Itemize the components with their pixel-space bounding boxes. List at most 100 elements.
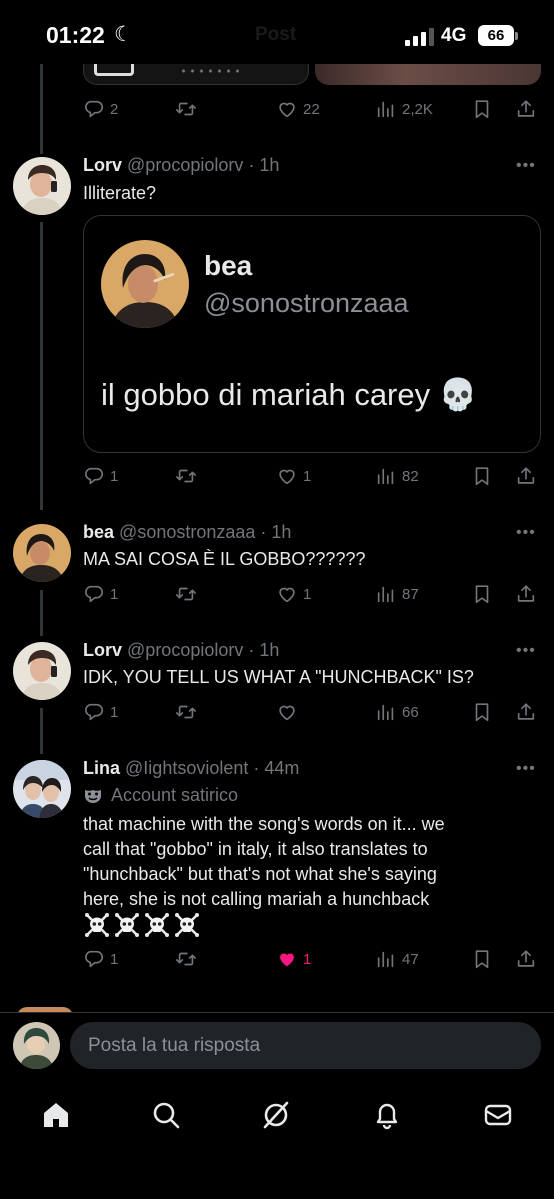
tweet-text: IDK, YOU TELL US WHAT A "HUNCHBACK" IS? — [83, 667, 474, 687]
signal-icon — [405, 28, 434, 46]
notifications-icon — [376, 1103, 398, 1130]
quoted-tweet[interactable]: bea @sonostronzaaa il gobbo di mariah ca… — [83, 215, 541, 453]
share-button[interactable] — [515, 582, 537, 606]
tweet-actions: 2 22 2,2K — [83, 97, 543, 121]
share-icon — [515, 948, 537, 970]
like-button[interactable]: 1 — [276, 947, 311, 971]
bookmark-button[interactable] — [471, 582, 493, 606]
user-avatar[interactable] — [13, 1022, 60, 1069]
like-count: 1 — [303, 585, 312, 603]
network-type: 4G — [441, 25, 467, 46]
reply-button[interactable]: 1 — [83, 464, 118, 488]
view-count: 87 — [402, 585, 419, 603]
avatar[interactable] — [13, 642, 71, 700]
like-button[interactable]: 1 — [276, 582, 311, 606]
avatar-image — [13, 760, 71, 818]
like-count: 1 — [303, 950, 312, 968]
repost-icon — [175, 948, 197, 970]
reply-input[interactable]: Posta la tua risposta — [70, 1022, 541, 1069]
battery-tip — [515, 32, 518, 40]
author-handle[interactable]: @Iightsoviolent — [125, 758, 248, 778]
skull-crossbones-icon — [144, 912, 170, 938]
repost-button[interactable] — [175, 97, 197, 121]
views-button[interactable]: 47 — [375, 947, 419, 971]
separator: · — [255, 522, 272, 542]
account-label: Account satirico — [111, 785, 239, 805]
repost-button[interactable] — [175, 700, 197, 724]
heart-icon — [276, 701, 298, 723]
share-button[interactable] — [515, 700, 537, 724]
reply-count: 1 — [110, 703, 119, 721]
reply-button[interactable]: 1 — [83, 700, 118, 724]
avatar[interactable] — [13, 524, 71, 582]
more-options-icon[interactable]: ••• — [516, 760, 536, 778]
nav-messages[interactable] — [481, 1098, 515, 1132]
bookmark-button[interactable] — [471, 947, 493, 971]
avatar[interactable] — [13, 157, 71, 215]
views-icon — [375, 98, 397, 120]
quoted-avatar — [101, 240, 189, 328]
nav-notifications[interactable] — [370, 1098, 404, 1132]
author-handle[interactable]: @procopiolorv — [127, 640, 243, 660]
media-detail — [94, 64, 134, 76]
avatar[interactable] — [13, 760, 71, 818]
nav-grok[interactable] — [259, 1098, 293, 1132]
nav-home[interactable] — [39, 1098, 73, 1132]
views-button[interactable]: 2,2K — [375, 97, 433, 121]
views-button[interactable]: 87 — [375, 582, 419, 606]
share-icon — [515, 701, 537, 723]
view-count: 47 — [402, 950, 419, 968]
share-button[interactable] — [515, 97, 537, 121]
views-button[interactable]: 82 — [375, 464, 419, 488]
author-name[interactable]: Lorv — [83, 155, 122, 175]
repost-button[interactable] — [175, 464, 197, 488]
automated-label: Account satirico — [83, 785, 238, 806]
views-icon — [375, 583, 397, 605]
timestamp: 44m — [264, 758, 300, 778]
reply-icon — [83, 98, 105, 120]
heart-icon — [276, 465, 298, 487]
tweet-header: Lorv @procopiolorv · 1h — [83, 155, 279, 176]
repost-button[interactable] — [175, 947, 197, 971]
views-icon — [375, 465, 397, 487]
media-image[interactable] — [315, 64, 541, 85]
faded-page-title: Post — [255, 24, 297, 45]
nav-search[interactable] — [149, 1098, 183, 1132]
reply-button[interactable]: 2 — [83, 97, 118, 121]
author-name[interactable]: Lorv — [83, 640, 122, 660]
author-name[interactable]: bea — [83, 522, 114, 542]
repost-icon — [175, 98, 197, 120]
status-bar: 01:22 ☾ Post 4G 66 — [0, 0, 554, 70]
bookmark-button[interactable] — [471, 700, 493, 724]
media-image[interactable] — [83, 64, 309, 85]
like-button[interactable]: 22 — [276, 97, 320, 121]
author-name[interactable]: Lina — [83, 758, 120, 778]
more-options-icon[interactable]: ••• — [516, 524, 536, 542]
reply-button[interactable]: 1 — [83, 582, 118, 606]
share-button[interactable] — [515, 464, 537, 488]
quoted-author-name: bea — [204, 250, 253, 281]
share-button[interactable] — [515, 947, 537, 971]
bookmark-button[interactable] — [471, 464, 493, 488]
reply-count: 1 — [110, 467, 119, 485]
bookmark-button[interactable] — [471, 97, 493, 121]
mask-icon — [85, 789, 101, 803]
bookmark-icon — [471, 98, 493, 120]
share-icon — [515, 98, 537, 120]
like-button[interactable]: 1 — [276, 464, 311, 488]
repost-icon — [175, 583, 197, 605]
separator: · — [243, 155, 260, 175]
author-handle[interactable]: @sonostronzaaa — [119, 522, 255, 542]
like-button[interactable] — [276, 700, 298, 724]
reply-button[interactable]: 1 — [83, 947, 118, 971]
view-count: 66 — [402, 703, 419, 721]
more-options-icon[interactable]: ••• — [516, 157, 536, 175]
timestamp: 1h — [259, 155, 280, 175]
like-count: 1 — [303, 467, 312, 485]
views-button[interactable]: 66 — [375, 700, 419, 724]
more-options-icon[interactable]: ••• — [516, 642, 536, 660]
author-handle[interactable]: @procopiolorv — [127, 155, 243, 175]
heart-icon — [276, 98, 298, 120]
tweet-text-line: that machine with the song's words on it… — [83, 814, 445, 834]
repost-button[interactable] — [175, 582, 197, 606]
